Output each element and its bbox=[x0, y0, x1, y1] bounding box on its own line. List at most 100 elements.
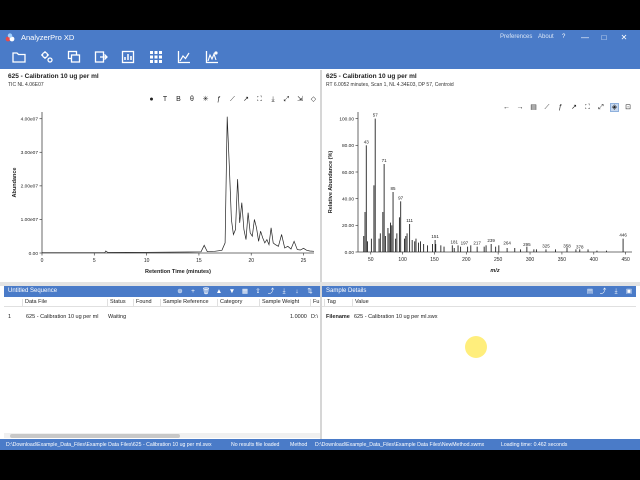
sequence-tool-4[interactable]: ▼ bbox=[228, 288, 236, 295]
ms-x-tick-label: 250 bbox=[494, 257, 503, 263]
row-data-file[interactable]: 625 - Calibration 10 ug per ml bbox=[26, 314, 98, 320]
title-bar: AnalyzerPro XD Preferences About ? — □ ✕ bbox=[0, 30, 640, 45]
sample-details-tool-1[interactable]: ⤴ bbox=[599, 288, 607, 295]
col-data-file[interactable]: Data File bbox=[22, 299, 102, 307]
chart-analysis-icon[interactable] bbox=[205, 50, 219, 64]
main-toolbar bbox=[0, 45, 640, 69]
ms-peak-label: 239 bbox=[487, 238, 495, 243]
about-menu[interactable]: About bbox=[538, 34, 554, 40]
sample-details-header-bar: Sample Details ▤ ⤴ ⤓ ▣ bbox=[322, 286, 636, 297]
chart-icon[interactable] bbox=[177, 50, 191, 64]
help-menu[interactable]: ? bbox=[562, 34, 565, 40]
open-folder-icon[interactable] bbox=[12, 50, 26, 64]
report-icon[interactable] bbox=[121, 50, 135, 64]
ms-peak-label: 71 bbox=[382, 158, 388, 163]
tic-x-tick-label: 0 bbox=[41, 258, 44, 264]
grid-icon[interactable] bbox=[149, 50, 163, 64]
tic-pane-title: 625 - Calibration 10 ug per ml bbox=[8, 73, 99, 80]
sequence-title: Untitled Sequence bbox=[8, 288, 58, 294]
cursor-highlight bbox=[465, 336, 487, 358]
tic-pane-subtitle: TIC NL 4.06E07 bbox=[8, 82, 44, 88]
copy-window-icon[interactable] bbox=[67, 50, 81, 64]
tic-x-tick-label: 10 bbox=[144, 258, 150, 264]
row-index: 1 bbox=[8, 314, 12, 320]
ms-x-tick-label: 400 bbox=[590, 257, 599, 263]
scrollbar-thumb[interactable] bbox=[10, 433, 180, 438]
app-title: AnalyzerPro XD bbox=[21, 33, 75, 42]
sequence-tool-8[interactable]: ⤓ bbox=[280, 288, 288, 295]
col-value[interactable]: Value bbox=[352, 299, 442, 307]
ms-y-tick-label: 20.00 bbox=[342, 223, 354, 229]
sequence-tool-10[interactable]: ⇅ bbox=[306, 288, 314, 295]
tag-filename: Filename bbox=[326, 314, 350, 320]
tic-chart[interactable]: 0 5 10 15 20 25 0.00 1.00e07 2.00e07 3.00e07 4.00e… bbox=[4, 90, 320, 280]
sequence-tool-5[interactable]: ▦ bbox=[241, 288, 249, 295]
col-status[interactable]: Status bbox=[107, 299, 134, 307]
ms-peak-label: 325 bbox=[542, 243, 550, 248]
minimize-button[interactable]: — bbox=[578, 31, 592, 44]
tic-x-tick-label: 20 bbox=[248, 258, 254, 264]
tic-x-tick-label: 5 bbox=[93, 258, 96, 264]
ms-y-tick-label: 80.00 bbox=[342, 143, 354, 149]
maximize-button[interactable]: □ bbox=[597, 31, 611, 44]
value-filename: 625 - Calibration 10 ug per ml.swx bbox=[354, 314, 438, 320]
table-row[interactable]: 1 625 - Calibration 10 ug per ml Waiting… bbox=[4, 312, 320, 322]
ms-peak-label: 57 bbox=[373, 113, 379, 118]
col-sample-weight[interactable]: Sample Weight bbox=[259, 299, 310, 307]
tic-y-tick-label: 3.00e07 bbox=[21, 150, 39, 156]
ms-pane-title: 625 - Calibration 10 ug per ml bbox=[326, 73, 417, 80]
export-icon[interactable] bbox=[94, 50, 108, 64]
ms-peak-label: 85 bbox=[391, 186, 397, 191]
sequence-tool-2[interactable]: 🗑 bbox=[202, 288, 210, 295]
sample-details-grid-header: Tag Value bbox=[322, 297, 636, 307]
sequence-tool-9[interactable]: ↓ bbox=[293, 288, 301, 295]
tic-x-axis-label: Retention Time (minutes) bbox=[145, 269, 211, 275]
sequence-horizontal-scrollbar[interactable] bbox=[4, 433, 320, 438]
ms-y-tick-label: 0.00 bbox=[345, 250, 355, 256]
ms-x-tick-label: 100 bbox=[398, 257, 407, 263]
tic-y-tick-label: 1.00e07 bbox=[21, 217, 39, 223]
col-sample-reference[interactable]: Sample Reference bbox=[160, 299, 217, 307]
status-loading-time: Loading time: 0.462 seconds bbox=[501, 442, 568, 448]
ms-pane-subtitle: RT 6.0052 minutes, Scan 1, NL 4.34E03, D… bbox=[326, 82, 454, 88]
col-tag[interactable]: Tag bbox=[324, 299, 352, 307]
mass-spectrum-chart[interactable]: 50 100 150 200 250 300 350 400 450 0.00 20.00 40.00… bbox=[322, 90, 636, 280]
tic-trace-line bbox=[42, 116, 315, 254]
ms-x-tick-label: 200 bbox=[462, 257, 471, 263]
ms-x-tick-label: 350 bbox=[558, 257, 567, 263]
col-category[interactable]: Category bbox=[217, 299, 259, 307]
sequence-tool-0[interactable]: ⊕ bbox=[176, 288, 184, 295]
sample-details-tool-3[interactable]: ▣ bbox=[625, 288, 633, 295]
col-fu[interactable]: Fu bbox=[310, 299, 320, 307]
ms-peak-label: 43 bbox=[364, 139, 370, 144]
ms-peak-label: 197 bbox=[461, 241, 469, 246]
ms-y-axis-label: Relative Abundance (%) bbox=[328, 151, 334, 214]
tic-chromatogram-pane: 625 - Calibration 10 ug per ml TIC NL 4.… bbox=[4, 70, 330, 282]
sample-details-tool-2[interactable]: ⤓ bbox=[612, 288, 620, 295]
ms-x-tick-label: 450 bbox=[621, 257, 630, 263]
sequence-tool-3[interactable]: ▲ bbox=[215, 288, 223, 295]
status-results: No results file loaded bbox=[231, 442, 280, 448]
ms-x-axis-label: m/z bbox=[490, 268, 499, 274]
ms-peak-label: 181 bbox=[450, 239, 458, 244]
ms-x-tick-label: 50 bbox=[368, 257, 374, 263]
ms-peak-label: 295 bbox=[523, 242, 531, 247]
tic-x-tick-label: 25 bbox=[301, 258, 307, 264]
sequence-tool-7[interactable]: ⤴ bbox=[267, 288, 275, 295]
list-item[interactable]: Filename 625 - Calibration 10 ug per ml.… bbox=[322, 312, 636, 322]
sequence-tool-6[interactable]: ⇪ bbox=[254, 288, 262, 295]
preferences-menu[interactable]: Preferences bbox=[500, 34, 532, 40]
ms-peak-label: 97 bbox=[398, 195, 404, 200]
row-sample-weight[interactable]: 1.0000 bbox=[290, 314, 307, 320]
ms-peak-label: 358 bbox=[563, 243, 571, 248]
ms-y-tick-label: 60.00 bbox=[342, 170, 354, 176]
sample-details-tool-0[interactable]: ▤ bbox=[586, 288, 594, 295]
status-bar: D:\Download\Example_Data_Files\Example D… bbox=[0, 439, 640, 450]
sequence-tool-1[interactable]: + bbox=[189, 288, 197, 295]
settings-icon[interactable] bbox=[40, 50, 54, 64]
col-found[interactable]: Found bbox=[133, 299, 160, 307]
close-button[interactable]: ✕ bbox=[617, 31, 631, 44]
ms-peak-label: 446 bbox=[619, 233, 627, 238]
ms-x-tick-label: 300 bbox=[526, 257, 535, 263]
analyzer-window: AnalyzerPro XD Preferences About ? — □ ✕ bbox=[0, 30, 640, 450]
